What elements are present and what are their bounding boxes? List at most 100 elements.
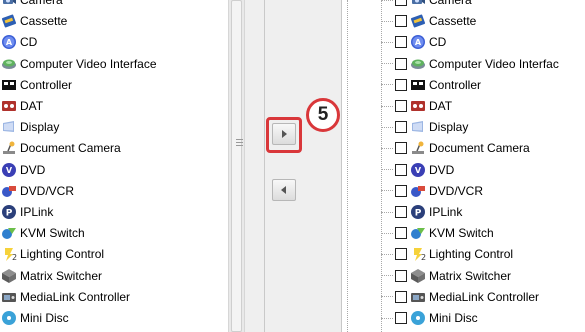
tree-connector xyxy=(381,211,393,213)
tree-connector xyxy=(381,253,393,255)
svg-text:P: P xyxy=(6,209,13,219)
item-label: Camera xyxy=(20,0,63,7)
item-label: DVD/VCR xyxy=(429,183,484,198)
document-camera-icon xyxy=(1,140,17,156)
item-label: MediaLink Controller xyxy=(429,289,540,304)
item-label: Mini Disc xyxy=(20,311,69,325)
item-label: CD xyxy=(429,35,447,50)
item-label: Display xyxy=(429,120,469,135)
list-item[interactable]: Computer Video Interface xyxy=(1,54,157,74)
list-item[interactable]: Cassette xyxy=(1,11,67,31)
cassette-icon xyxy=(1,13,17,29)
device-checkbox[interactable] xyxy=(395,227,407,240)
item-label: CD xyxy=(20,35,38,50)
tree-connector xyxy=(381,275,393,277)
remove-device-button[interactable] xyxy=(272,179,296,201)
list-item[interactable]: A CD xyxy=(1,32,37,52)
svg-text:A: A xyxy=(415,38,422,47)
cassette-icon xyxy=(410,13,426,29)
scrollbar-thumb[interactable] xyxy=(231,0,243,332)
mini-disc-icon xyxy=(410,310,426,326)
tree-item[interactable]: Display xyxy=(381,117,468,137)
tree-connector xyxy=(381,84,393,86)
tree-item[interactable]: V DVD xyxy=(381,160,454,180)
list-item[interactable]: 2 Lighting Control xyxy=(1,244,104,264)
list-item[interactable]: MediaLink Controller xyxy=(1,287,130,307)
left-list-scrollbar[interactable] xyxy=(228,0,245,332)
item-label: KVM Switch xyxy=(20,226,85,241)
device-checkbox[interactable] xyxy=(395,269,407,282)
controller-icon xyxy=(1,77,17,93)
tree-item[interactable]: Computer Video Interfac xyxy=(381,54,559,74)
list-item[interactable]: DVD/VCR xyxy=(1,181,74,201)
camera-icon xyxy=(1,0,17,8)
matrix-switcher-icon xyxy=(410,268,426,284)
svg-text:V: V xyxy=(415,166,422,175)
device-checkbox[interactable] xyxy=(395,15,407,28)
lighting-control-icon: 2 xyxy=(410,246,426,262)
device-checkbox[interactable] xyxy=(395,206,407,218)
device-checkbox[interactable] xyxy=(395,163,407,176)
computer-video-interface-icon xyxy=(1,56,17,72)
item-label: DVD xyxy=(429,162,455,177)
tree-connector xyxy=(381,0,393,1)
list-item[interactable]: KVM Switch xyxy=(1,223,85,243)
tree-connector xyxy=(381,126,393,128)
tree-connector xyxy=(381,232,393,234)
list-item[interactable]: Matrix Switcher xyxy=(1,266,102,286)
tree-item[interactable]: Matrix Switcher xyxy=(381,266,511,286)
tree-connector xyxy=(381,169,393,171)
item-label: IPLink xyxy=(20,205,54,219)
list-item[interactable]: Controller xyxy=(1,75,72,95)
cd-icon: A xyxy=(1,34,17,50)
device-checkbox[interactable] xyxy=(395,142,407,155)
item-label: MediaLink Controller xyxy=(20,289,131,304)
tree-connector xyxy=(381,147,393,149)
list-item[interactable]: Document Camera xyxy=(1,138,121,158)
list-item[interactable]: V DVD xyxy=(1,160,45,180)
item-label: Camera xyxy=(429,0,472,7)
tree-item[interactable]: P IPLink xyxy=(381,202,462,222)
device-checkbox[interactable] xyxy=(395,248,407,261)
device-checkbox[interactable] xyxy=(395,78,407,91)
item-label: Cassette xyxy=(20,14,68,29)
tree-item[interactable]: Document Camera xyxy=(381,138,530,158)
tree-item[interactable]: Controller xyxy=(381,75,481,95)
transfer-panel xyxy=(245,0,341,332)
dvd-icon: V xyxy=(410,162,426,178)
tree-item[interactable]: Mini Disc xyxy=(381,308,478,328)
device-checkbox[interactable] xyxy=(395,100,407,112)
tree-item[interactable]: Cassette xyxy=(381,11,476,31)
list-item[interactable]: Camera xyxy=(1,0,63,10)
device-checkbox[interactable] xyxy=(395,0,407,6)
list-item[interactable]: DAT xyxy=(1,96,43,116)
item-label: Lighting Control xyxy=(429,247,514,262)
selected-devices-tree[interactable]: Camera Cassette A CD Computer Video Interfac… xyxy=(341,0,585,332)
device-checkbox[interactable] xyxy=(395,36,407,49)
tree-item[interactable]: KVM Switch xyxy=(381,223,494,243)
controller-icon xyxy=(410,77,426,93)
tree-item[interactable]: DVD/VCR xyxy=(381,181,483,201)
device-checkbox[interactable] xyxy=(395,290,407,303)
medialink-controller-icon xyxy=(410,289,426,305)
iplink-icon: P xyxy=(1,204,17,220)
device-checkbox[interactable] xyxy=(395,184,407,197)
tree-item[interactable]: DAT xyxy=(381,96,452,116)
device-checkbox[interactable] xyxy=(395,121,407,134)
item-label: KVM Switch xyxy=(429,226,494,241)
svg-text:2: 2 xyxy=(12,253,17,262)
device-checkbox[interactable] xyxy=(395,57,407,70)
display-icon xyxy=(410,119,426,135)
available-devices-list[interactable]: Camera Cassette A CD Computer Video Interfac… xyxy=(0,0,229,332)
list-item[interactable]: P IPLink xyxy=(1,202,53,222)
list-item[interactable]: Display xyxy=(1,117,59,137)
list-item[interactable]: Mini Disc xyxy=(1,308,69,328)
tree-item[interactable]: Camera xyxy=(381,0,472,10)
tree-item[interactable]: A CD xyxy=(381,32,446,52)
tree-item[interactable]: MediaLink Controller xyxy=(381,287,539,307)
tree-item[interactable]: 2 Lighting Control xyxy=(381,244,513,264)
device-checkbox[interactable] xyxy=(395,312,407,324)
item-label: Controller xyxy=(429,77,482,92)
computer-video-interface-icon xyxy=(410,56,426,72)
item-label: Document Camera xyxy=(429,141,530,156)
